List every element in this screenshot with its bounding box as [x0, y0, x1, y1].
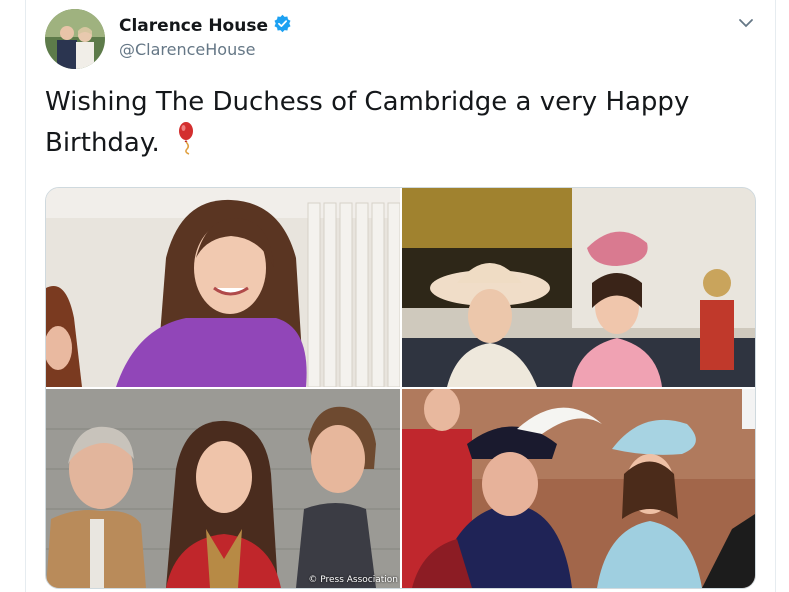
tweet-card: Clarence House @ClarenceHouse Wishing Th…	[25, 0, 776, 592]
account-handle[interactable]: @ClarenceHouse	[119, 40, 255, 59]
media-grid: © Press Association	[45, 187, 756, 589]
photo-4[interactable]	[402, 389, 755, 588]
chevron-down-icon[interactable]	[737, 14, 755, 32]
photo-2[interactable]	[402, 188, 755, 387]
tweet-body: Wishing The Duchess of Cambridge a very …	[45, 87, 690, 158]
display-name[interactable]: Clarence House	[119, 14, 292, 38]
photo-credit: © Press Association	[308, 575, 398, 585]
balloon-emoji-icon	[176, 121, 198, 166]
display-name-text[interactable]: Clarence House	[119, 16, 268, 36]
photo-3[interactable]: © Press Association	[46, 389, 400, 588]
profile-avatar[interactable]	[45, 9, 105, 69]
verified-badge-icon	[273, 14, 292, 38]
photo-1[interactable]	[46, 188, 400, 387]
tweet-text: Wishing The Duchess of Cambridge a very …	[45, 84, 735, 166]
